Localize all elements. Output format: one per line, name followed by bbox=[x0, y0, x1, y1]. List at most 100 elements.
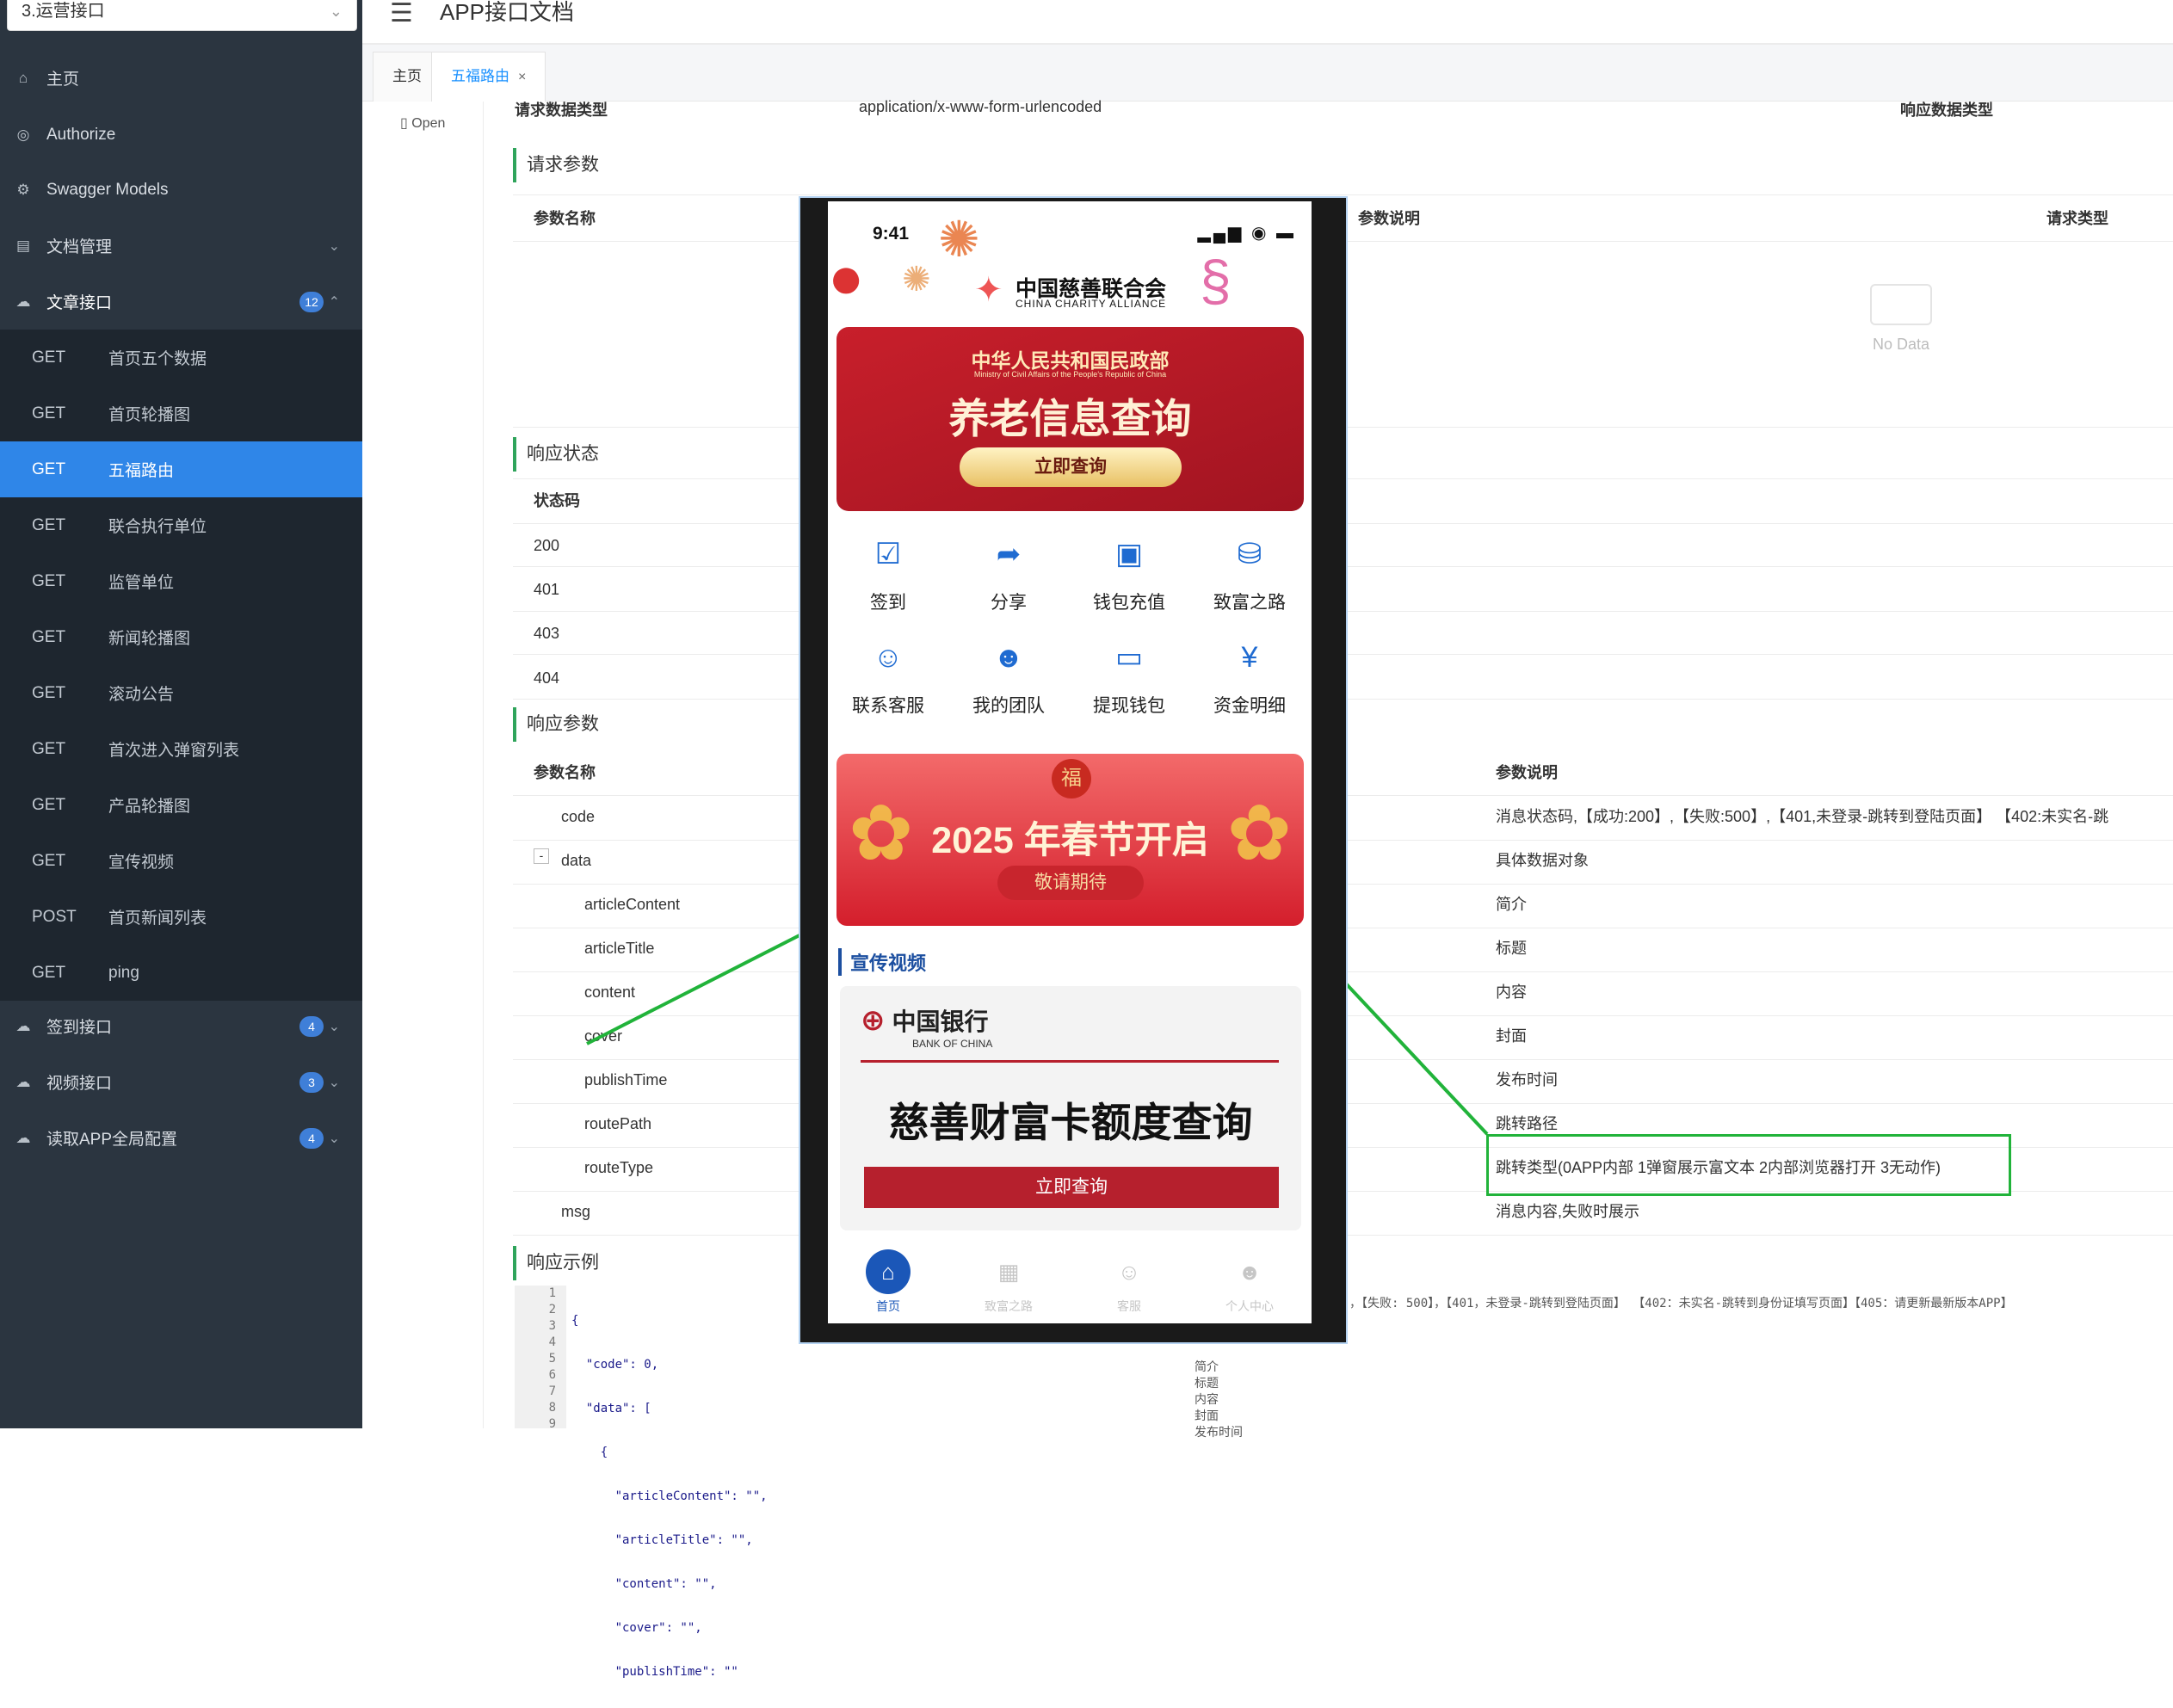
api-method: GET bbox=[32, 571, 66, 590]
tab-label: 个人中心 bbox=[1225, 1299, 1274, 1313]
group-select[interactable]: 3.运营接口 ⌄ bbox=[7, 0, 357, 31]
api-item[interactable]: GET 新闻轮播图 bbox=[0, 609, 362, 665]
tab-bar: 主页 五福路由 × bbox=[362, 45, 2173, 102]
line-number: 2 bbox=[548, 1303, 556, 1316]
api-item[interactable]: POST 首页新闻列表 bbox=[0, 889, 362, 945]
grid-label: 钱包充值 bbox=[1093, 593, 1165, 613]
sidebar-item-signin-api[interactable]: ☁ 签到接口 4 ⌄ bbox=[0, 998, 362, 1054]
tab-label: 主页 bbox=[392, 68, 422, 84]
sidebar-item-home[interactable]: ⌂ 主页 bbox=[0, 50, 362, 106]
api-method: GET bbox=[32, 627, 66, 646]
param-name: routeType bbox=[584, 1159, 654, 1176]
sidebar-item-authorize[interactable]: ◎ Authorize bbox=[0, 107, 362, 163]
api-item[interactable]: GET ping bbox=[0, 945, 362, 1001]
boc-en: BANK OF CHINA bbox=[912, 1038, 993, 1050]
status-code: 401 bbox=[534, 581, 560, 598]
share-icon: ➦ bbox=[996, 538, 1022, 570]
grid-item-checkin[interactable]: ☑ 签到 bbox=[828, 530, 948, 614]
grid-item-funds[interactable]: ¥ 资金明细 bbox=[1189, 633, 1310, 718]
code-line: "articleContent": "", bbox=[571, 1489, 768, 1503]
line-number: 4 bbox=[548, 1335, 556, 1349]
boc-card[interactable]: ⊕ 中国银行 BANK OF CHINA 慈善财富卡额度查询 立即查询 bbox=[840, 986, 1301, 1230]
home-icon: ⌂ bbox=[18, 69, 28, 86]
phone-mockup: ● ✺ ✺ § 9:41 ▂▄▆ ◉ ▬ ✦ 中国慈善联合会 CHINA CHA… bbox=[799, 196, 1348, 1344]
grid-item-withdraw[interactable]: ▭ 提现钱包 bbox=[1069, 633, 1189, 718]
api-item[interactable]: GET 监管单位 bbox=[0, 553, 362, 609]
api-label: 监管单位 bbox=[108, 574, 175, 592]
code-line: { bbox=[571, 1446, 608, 1459]
document-icon: ▤ bbox=[15, 237, 31, 254]
open-label: Open bbox=[411, 116, 446, 131]
grid-item-recharge[interactable]: ▣ 钱包充值 bbox=[1069, 530, 1189, 614]
api-item[interactable]: GET 产品轮播图 bbox=[0, 777, 362, 833]
calendar-check-icon: ☑ bbox=[874, 538, 902, 570]
sidebar: 3.运营接口 ⌄ ⌂ 主页 ◎ Authorize ⚙ Swagger Mode… bbox=[0, 0, 362, 1428]
line-number: 8 bbox=[548, 1401, 556, 1415]
api-label: 产品轮播图 bbox=[108, 798, 191, 816]
bottom-tab-bar: ⌂ 首页 ▦ 致富之路 ☺ 客服 ☻ 个人中心 bbox=[828, 1246, 1312, 1323]
grid-item-service[interactable]: ☺ 联系客服 bbox=[828, 633, 948, 718]
close-icon[interactable]: × bbox=[518, 70, 526, 84]
code-comment: 简介 bbox=[1195, 1360, 1219, 1374]
req-type-label: 请求数据类型 bbox=[515, 102, 608, 119]
api-item[interactable]: GET 联合执行单位 bbox=[0, 497, 362, 553]
tab-service[interactable]: ☺ 客服 bbox=[1069, 1246, 1189, 1315]
grid-label: 提现钱包 bbox=[1093, 696, 1165, 716]
lock-icon: ◎ bbox=[16, 126, 30, 143]
code-line: "content": "", bbox=[571, 1577, 717, 1591]
spring-festival-banner[interactable]: 福 ✿ ✿ 2025 年春节开启 敬请期待 bbox=[836, 754, 1304, 926]
sidebar-item-video-api[interactable]: ☁ 视频接口 3 ⌄ bbox=[0, 1054, 362, 1110]
stay-tuned-button[interactable]: 敬请期待 bbox=[997, 866, 1144, 900]
code-line: "data": [ bbox=[571, 1402, 651, 1415]
api-item[interactable]: GET 首页五个数据 bbox=[0, 330, 362, 385]
param-name: content bbox=[584, 983, 636, 1001]
col-param-name: 参数名称 bbox=[534, 764, 596, 781]
status-code: 403 bbox=[534, 625, 560, 642]
grid-item-share[interactable]: ➦ 分享 bbox=[948, 530, 1069, 614]
api-method: GET bbox=[32, 795, 66, 814]
sidebar-item-article-api[interactable]: ☁ 文章接口 12 ⌃ bbox=[0, 274, 362, 330]
grid-item-team[interactable]: ☻ 我的团队 bbox=[948, 633, 1069, 718]
api-item[interactable]: GET 滚动公告 bbox=[0, 665, 362, 721]
open-button[interactable]: ▯ Open bbox=[400, 114, 445, 132]
pension-banner[interactable]: 中华人民共和国民政部 Ministry of Civil Affairs of … bbox=[836, 327, 1304, 511]
code-comment: 封面 bbox=[1195, 1409, 1219, 1423]
cloud-icon: ☁ bbox=[15, 1129, 31, 1146]
tab-label: 五福路由 bbox=[451, 68, 509, 84]
sidebar-item-config-api[interactable]: ☁ 读取APP全局配置 4 ⌄ bbox=[0, 1110, 362, 1166]
line-number: 7 bbox=[548, 1384, 556, 1398]
phone-screen: ● ✺ ✺ § 9:41 ▂▄▆ ◉ ▬ ✦ 中国慈善联合会 CHINA CHA… bbox=[828, 201, 1312, 1323]
code-line: "articleTitle": "", bbox=[571, 1533, 753, 1547]
tab-label: 客服 bbox=[1117, 1299, 1141, 1313]
api-item[interactable]: GET 宣传视频 bbox=[0, 833, 362, 889]
chevron-down-icon: ⌄ bbox=[328, 1075, 340, 1090]
api-label: 宣传视频 bbox=[108, 854, 175, 872]
sidebar-item-doc-management[interactable]: ▤ 文档管理 ⌄ bbox=[0, 218, 362, 274]
col-param-name: 参数名称 bbox=[534, 210, 596, 227]
api-method: GET bbox=[32, 851, 66, 870]
query-button[interactable]: 立即查询 bbox=[960, 447, 1182, 487]
tab-current[interactable]: 五福路由 × bbox=[431, 52, 546, 102]
api-item[interactable]: GET 首次进入弹窗列表 bbox=[0, 721, 362, 777]
code-comment: 内容 bbox=[1195, 1393, 1219, 1407]
api-method: GET bbox=[32, 515, 66, 534]
sidebar-item-swagger-models[interactable]: ⚙ Swagger Models bbox=[0, 162, 362, 218]
param-name: articleContent bbox=[584, 896, 681, 913]
resp-status-title: 响应状态 bbox=[513, 437, 599, 472]
api-item-active[interactable]: GET 五福路由 bbox=[0, 441, 362, 497]
tab-profile[interactable]: ☻ 个人中心 bbox=[1189, 1246, 1310, 1315]
api-item[interactable]: GET 首页轮播图 bbox=[0, 385, 362, 441]
req-params-title: 请求参数 bbox=[513, 148, 599, 182]
card-query-button[interactable]: 立即查询 bbox=[864, 1167, 1279, 1208]
resp-example-title: 响应示例 bbox=[513, 1246, 599, 1280]
api-method: GET bbox=[32, 459, 66, 478]
param-name: publishTime bbox=[584, 1071, 668, 1088]
tab-home[interactable]: ⌂ 首页 bbox=[828, 1246, 948, 1315]
collapse-menu-icon[interactable]: ☰ bbox=[390, 0, 413, 28]
boc-cn: 中国银行 bbox=[892, 1008, 989, 1035]
tab-wealth[interactable]: ▦ 致富之路 bbox=[948, 1246, 1069, 1315]
code-lines: { "code": 0, "data": [ { "articleContent… bbox=[571, 1286, 768, 1708]
grid-item-wealth[interactable]: ⛁ 致富之路 bbox=[1189, 530, 1310, 614]
collapse-toggle[interactable]: - bbox=[534, 848, 549, 864]
no-data-text: No Data bbox=[1872, 336, 1930, 353]
